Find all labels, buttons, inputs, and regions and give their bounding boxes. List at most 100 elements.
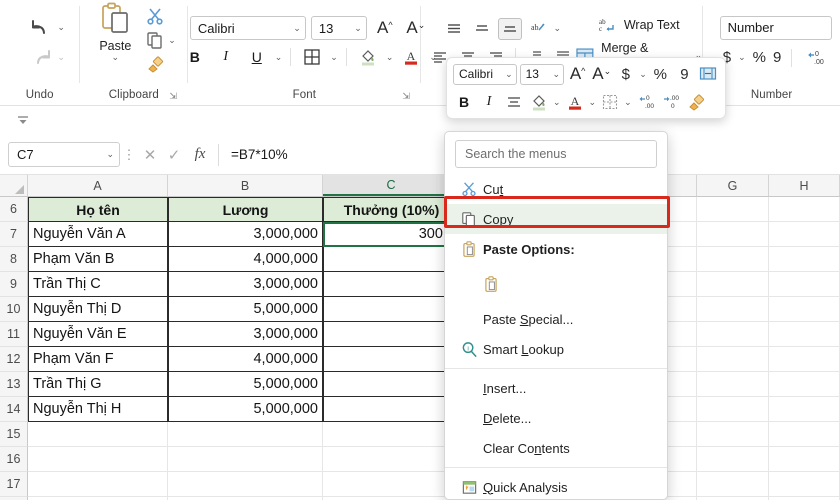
grid-cell[interactable]: [323, 397, 460, 422]
orientation-dropdown-caret[interactable]: ⌄: [554, 24, 562, 33]
paste-button[interactable]: Paste ⌄: [86, 2, 144, 62]
menu-item-paste-special[interactable]: Paste Special...: [445, 304, 667, 334]
copy-icon[interactable]: [144, 29, 166, 51]
grid-cell[interactable]: [769, 447, 840, 472]
font-dialog-launcher[interactable]: ⇲: [402, 91, 414, 103]
grid-cell[interactable]: Phạm Văn B: [28, 247, 168, 272]
grid-cell[interactable]: [323, 297, 460, 322]
mini-format-painter-icon[interactable]: [685, 91, 707, 113]
grid-cell[interactable]: Nguyễn Thị D: [28, 297, 168, 322]
chevron-down-icon[interactable]: ⌄: [293, 23, 301, 33]
font-name-combo[interactable]: Calibri ⌄: [189, 16, 306, 40]
menu-item-cut[interactable]: Cut: [445, 174, 667, 204]
grid-cell[interactable]: [769, 197, 840, 222]
column-header-a[interactable]: A: [28, 175, 168, 196]
underline-dropdown-caret[interactable]: ⌄: [275, 52, 283, 62]
mini-increase-decimal-icon[interactable]: 0 .00: [635, 91, 657, 113]
row-header[interactable]: 7: [0, 222, 28, 247]
fill-color-icon[interactable]: [355, 45, 381, 69]
fill-color-dropdown-caret[interactable]: ⌄: [386, 52, 394, 62]
grid-cell[interactable]: Nguyễn Văn E: [28, 322, 168, 347]
align-top-icon[interactable]: [442, 18, 466, 40]
grid-cell[interactable]: [697, 347, 769, 372]
menu-item-delete[interactable]: Delete...: [445, 403, 667, 433]
underline-button[interactable]: U: [244, 45, 270, 69]
column-header-h[interactable]: H: [769, 175, 840, 196]
row-header[interactable]: 10: [0, 297, 28, 322]
grid-cell[interactable]: Nguyễn Thị H: [28, 397, 168, 422]
grid-cell[interactable]: [697, 447, 769, 472]
mini-fill-color-icon[interactable]: [528, 91, 550, 113]
grid-cell[interactable]: [769, 422, 840, 447]
grid-cell[interactable]: 4,000,000: [168, 247, 323, 272]
clipboard-dialog-launcher[interactable]: ⇲: [169, 91, 181, 103]
mini-borders-caret[interactable]: ⌄: [624, 97, 632, 107]
grid-cell[interactable]: 5,000,000: [168, 372, 323, 397]
mini-merge-cells-icon[interactable]: [698, 63, 719, 85]
grid-cell[interactable]: Họ tên: [28, 197, 168, 222]
align-bottom-icon[interactable]: [497, 17, 522, 40]
grid-cell[interactable]: [168, 422, 323, 447]
grid-cell[interactable]: [323, 247, 460, 272]
decrease-decimal-icon[interactable]: 0 .00: [802, 46, 828, 70]
increase-font-size-button[interactable]: A ^: [372, 16, 398, 40]
chevron-down-icon[interactable]: ⌄: [354, 23, 362, 33]
mini-font-size-combo[interactable]: 13 ⌄: [519, 63, 565, 85]
paste-dropdown-caret[interactable]: ⌄: [112, 53, 120, 62]
name-box[interactable]: C7 ⌄: [8, 142, 120, 167]
grid-cell[interactable]: [168, 447, 323, 472]
chevron-down-icon[interactable]: ⌄: [553, 69, 561, 79]
paste-clipboard-icon[interactable]: [483, 275, 499, 293]
menu-item-clear-contents[interactable]: Clear Contents: [445, 433, 667, 463]
borders-grid-icon[interactable]: [299, 45, 325, 69]
mini-comma-button[interactable]: 9: [674, 63, 695, 85]
mini-increase-font-button[interactable]: A ^: [567, 63, 588, 85]
grid-cell[interactable]: [769, 272, 840, 297]
grid-cell[interactable]: [697, 222, 769, 247]
grid-cell[interactable]: [769, 472, 840, 497]
grid-cell[interactable]: Lương: [168, 197, 323, 222]
grid-cell[interactable]: 5,000,000: [168, 297, 323, 322]
grid-cell[interactable]: [697, 197, 769, 222]
row-header[interactable]: 13: [0, 372, 28, 397]
confirm-check-icon[interactable]: ✓: [162, 146, 186, 164]
grid-cell[interactable]: [697, 247, 769, 272]
number-format-combo[interactable]: Number: [719, 15, 832, 40]
grid-cell[interactable]: 300,0: [323, 222, 460, 247]
font-size-combo[interactable]: 13 ⌄: [310, 16, 367, 40]
row-header[interactable]: 12: [0, 347, 28, 372]
fx-icon[interactable]: fx: [186, 146, 214, 163]
text-orientation-icon[interactable]: ab: [526, 18, 550, 40]
grid-cell[interactable]: [28, 447, 168, 472]
mini-font-name-combo[interactable]: Calibri ⌄: [453, 63, 517, 85]
percent-format-button[interactable]: %: [753, 49, 766, 66]
select-all-corner[interactable]: [0, 175, 28, 196]
grid-cell[interactable]: [168, 472, 323, 497]
align-middle-icon[interactable]: [470, 18, 494, 40]
italic-button[interactable]: I: [213, 45, 239, 69]
mini-percent-button[interactable]: %: [650, 63, 671, 85]
grid-cell[interactable]: [323, 347, 460, 372]
menu-item-insert[interactable]: Insert...: [445, 373, 667, 403]
grid-cell[interactable]: [769, 372, 840, 397]
row-header[interactable]: 15: [0, 422, 28, 447]
column-header-g[interactable]: G: [697, 175, 769, 196]
row-header[interactable]: 6: [0, 197, 28, 222]
grid-cell[interactable]: [697, 397, 769, 422]
currency-dropdown-caret[interactable]: ⌄: [738, 53, 746, 62]
grid-cell[interactable]: 3,000,000: [168, 272, 323, 297]
grid-cell[interactable]: 3,000,000: [168, 222, 323, 247]
chevron-down-icon[interactable]: ⌄: [106, 150, 114, 159]
menu-item-paste-options[interactable]: Paste Options:: [445, 234, 667, 264]
mini-bold-button[interactable]: B: [453, 91, 475, 113]
chevron-down-icon[interactable]: ⌄: [505, 69, 513, 79]
mini-align-icon[interactable]: [503, 91, 525, 113]
bold-button[interactable]: B: [182, 45, 208, 69]
wrap-text-button[interactable]: ab c Wrap Text: [598, 16, 680, 34]
comma-format-button[interactable]: 9: [773, 49, 781, 66]
mini-font-color-icon[interactable]: A: [564, 91, 586, 113]
grid-cell[interactable]: [323, 447, 460, 472]
grid-cell[interactable]: 4,000,000: [168, 347, 323, 372]
grid-cell[interactable]: [323, 422, 460, 447]
grid-cell[interactable]: [323, 372, 460, 397]
